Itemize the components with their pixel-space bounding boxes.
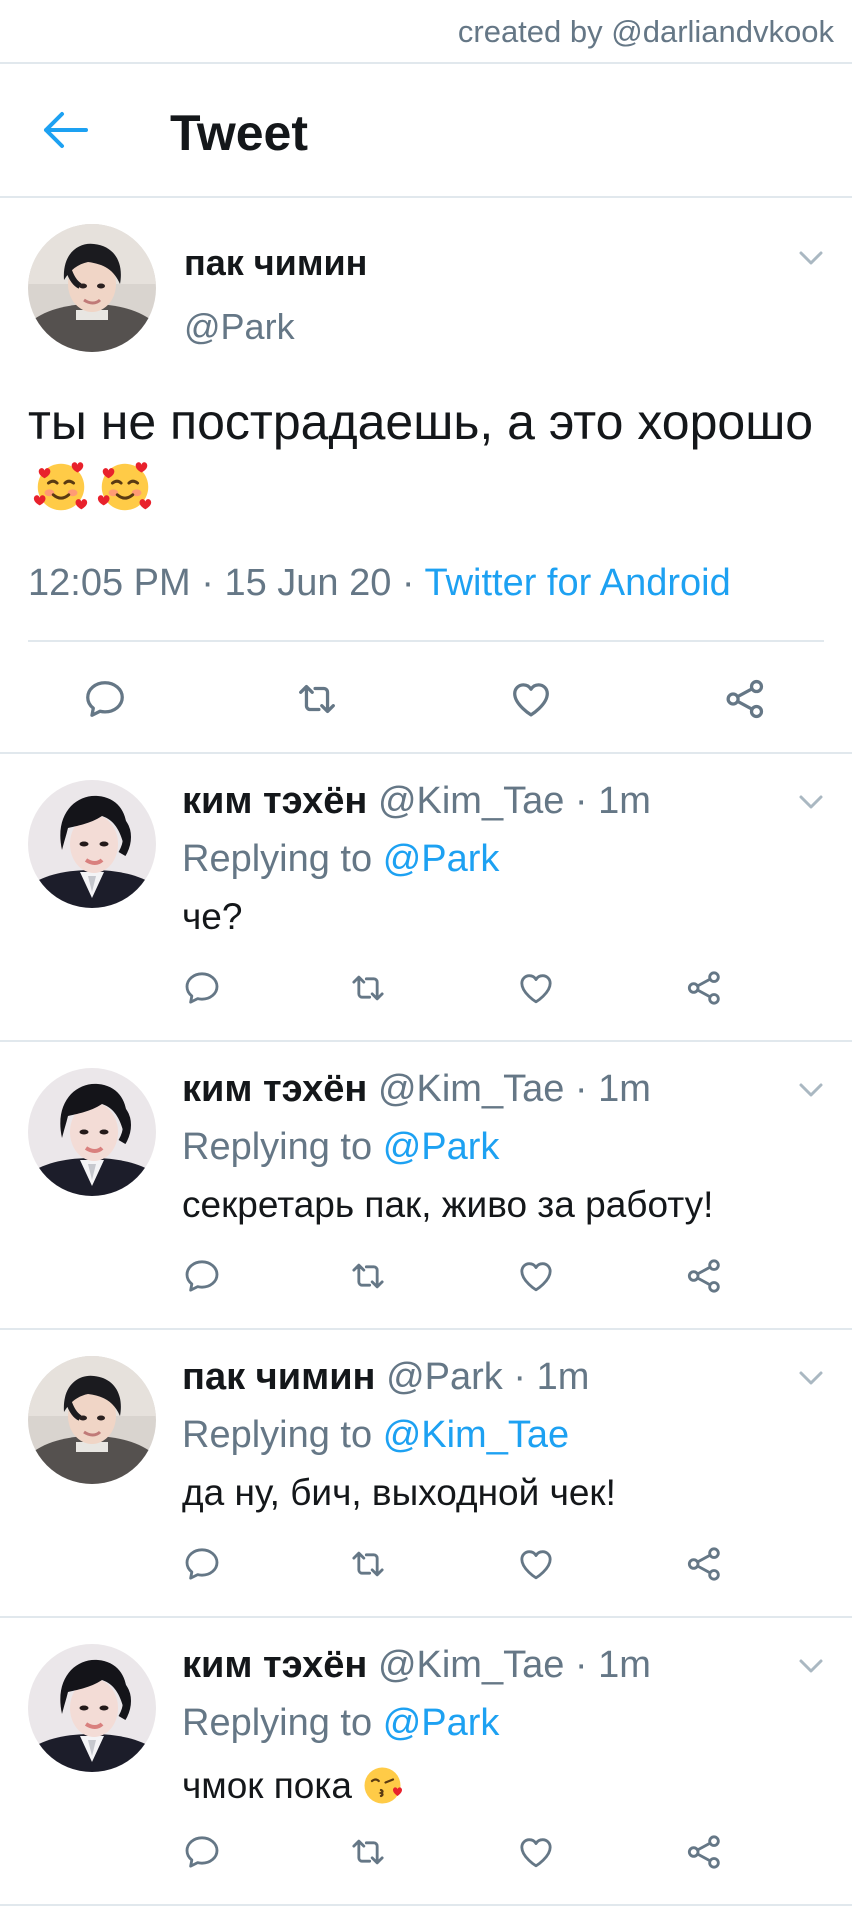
share-icon[interactable]	[684, 1832, 724, 1872]
replying-to: Replying to @Kim_Tae	[182, 1414, 569, 1457]
meta-separator: ·	[564, 780, 599, 822]
share-icon[interactable]	[684, 1256, 724, 1296]
author-handle[interactable]: @Kim_Tae	[378, 1068, 564, 1110]
watermark: created by @darliandvkook	[457, 14, 834, 49]
reply-tweet[interactable]: ким тэхён @Kim_Tae · 1m Replying to @Par…	[0, 1618, 852, 1906]
face-blowing-kiss-emoji	[360, 1760, 408, 1808]
tweet-actions	[182, 1246, 782, 1306]
comment-icon[interactable]	[182, 968, 222, 1008]
mention-link[interactable]: @Park	[383, 838, 500, 880]
tweet-time: 1m	[598, 780, 651, 822]
comment-icon[interactable]	[182, 1544, 222, 1584]
comment-icon[interactable]	[182, 1832, 222, 1872]
tweet-actions	[182, 1534, 782, 1594]
mention-link[interactable]: @Kim_Tae	[383, 1414, 569, 1456]
chevron-down-icon[interactable]	[796, 1080, 826, 1100]
avatar[interactable]	[28, 780, 156, 908]
tweet-text: че?	[182, 896, 243, 937]
meta-separator: ·	[564, 1644, 599, 1686]
mention-link[interactable]: @Park	[383, 1702, 500, 1744]
tweet-source-link[interactable]: Twitter for Android	[424, 562, 730, 604]
author-handle[interactable]: @Kim_Tae	[378, 780, 564, 822]
retweet-icon[interactable]	[348, 968, 388, 1008]
smiling-face-with-hearts-emoji	[94, 456, 156, 518]
replying-to-label: Replying to	[182, 1702, 373, 1744]
retweet-icon[interactable]	[348, 1544, 388, 1584]
meta-separator: ·	[391, 562, 425, 604]
tweet-text: ты не пострадаешь, а это хорошо	[28, 388, 828, 525]
replying-to: Replying to @Park	[182, 1702, 499, 1745]
heart-icon[interactable]	[516, 1832, 556, 1872]
avatar[interactable]	[28, 1356, 156, 1484]
tweet-thread-screen: created by @darliandvkook Tweet пак чими…	[0, 0, 852, 1920]
main-tweet: пак чимин @Park ты не пострадаешь, а это…	[0, 198, 852, 754]
reply-tweet[interactable]: пак чимин @Park · 1m Replying to @Kim_Ta…	[0, 1330, 852, 1618]
arrow-left-icon[interactable]	[40, 108, 90, 152]
reply-header: пак чимин @Park · 1m	[182, 1356, 589, 1399]
tweet-time: 1m	[598, 1068, 651, 1110]
comment-icon[interactable]	[182, 1256, 222, 1296]
meta-separator: ·	[190, 562, 225, 604]
avatar[interactable]	[28, 1068, 156, 1196]
retweet-icon[interactable]	[348, 1832, 388, 1872]
chevron-down-icon[interactable]	[796, 1368, 826, 1388]
author-name[interactable]: ким тэхён	[182, 780, 367, 822]
tweet-actions	[0, 646, 852, 752]
chevron-down-icon[interactable]	[796, 792, 826, 812]
author-name[interactable]: ким тэхён	[182, 1068, 367, 1110]
tweet-text-content: чмок пока	[182, 1765, 352, 1806]
author-name[interactable]: пак чимин	[184, 242, 367, 284]
author-name[interactable]: ким тэхён	[182, 1644, 367, 1686]
mention-link[interactable]: @Park	[383, 1126, 500, 1168]
tweet-meta: 12:05 PM · 15 Jun 20 · Twitter for Andro…	[28, 562, 731, 605]
reply-header: ким тэхён @Kim_Tae · 1m	[182, 780, 651, 823]
tweet-text-content: ты не пострадаешь, а это хорошо	[28, 394, 814, 450]
divider	[28, 640, 824, 642]
tweet-actions	[182, 958, 782, 1018]
heart-icon[interactable]	[516, 968, 556, 1008]
tweet-text: чмок пока	[182, 1760, 408, 1808]
replying-to-label: Replying to	[182, 1414, 373, 1456]
meta-separator: ·	[564, 1068, 599, 1110]
chevron-down-icon[interactable]	[796, 1656, 826, 1676]
author-name[interactable]: пак чимин	[182, 1356, 376, 1398]
retweet-icon[interactable]	[294, 676, 340, 722]
author-handle[interactable]: @Park	[184, 306, 295, 348]
reply-header: ким тэхён @Kim_Tae · 1m	[182, 1644, 651, 1687]
author-handle[interactable]: @Park	[386, 1356, 503, 1398]
replying-to: Replying to @Park	[182, 838, 499, 881]
replying-to-label: Replying to	[182, 1126, 373, 1168]
tweet-text: секретарь пак, живо за работу!	[182, 1184, 714, 1225]
comment-icon[interactable]	[82, 676, 128, 722]
meta-separator: ·	[502, 1356, 537, 1398]
share-icon[interactable]	[722, 676, 768, 722]
replying-to-label: Replying to	[182, 838, 373, 880]
smiling-face-with-hearts-emoji	[30, 456, 92, 518]
reply-tweet[interactable]: ким тэхён @Kim_Tae · 1m Replying to @Par…	[0, 754, 852, 1042]
heart-icon[interactable]	[516, 1544, 556, 1584]
tweet-time: 12:05 PM	[28, 562, 191, 604]
avatar[interactable]	[28, 224, 156, 352]
heart-icon[interactable]	[516, 1256, 556, 1296]
share-icon[interactable]	[684, 1544, 724, 1584]
avatar[interactable]	[28, 1644, 156, 1772]
tweet-time: 1m	[536, 1356, 590, 1398]
replying-to: Replying to @Park	[182, 1126, 499, 1169]
reply-header: ким тэхён @Kim_Tae · 1m	[182, 1068, 651, 1111]
page-title: Tweet	[170, 105, 308, 161]
reply-tweet[interactable]: ким тэхён @Kim_Tae · 1m Replying to @Par…	[0, 1042, 852, 1330]
watermark-bar: created by @darliandvkook	[0, 0, 852, 64]
header: Tweet	[0, 64, 852, 198]
author-handle[interactable]: @Kim_Tae	[378, 1644, 564, 1686]
tweet-text: да ну, бич, выходной чек!	[182, 1472, 616, 1513]
tweet-time: 1m	[598, 1644, 651, 1686]
share-icon[interactable]	[684, 968, 724, 1008]
heart-icon[interactable]	[508, 676, 554, 722]
tweet-actions	[182, 1822, 782, 1882]
chevron-down-icon[interactable]	[796, 248, 826, 268]
retweet-icon[interactable]	[348, 1256, 388, 1296]
tweet-date: 15 Jun 20	[224, 562, 392, 604]
